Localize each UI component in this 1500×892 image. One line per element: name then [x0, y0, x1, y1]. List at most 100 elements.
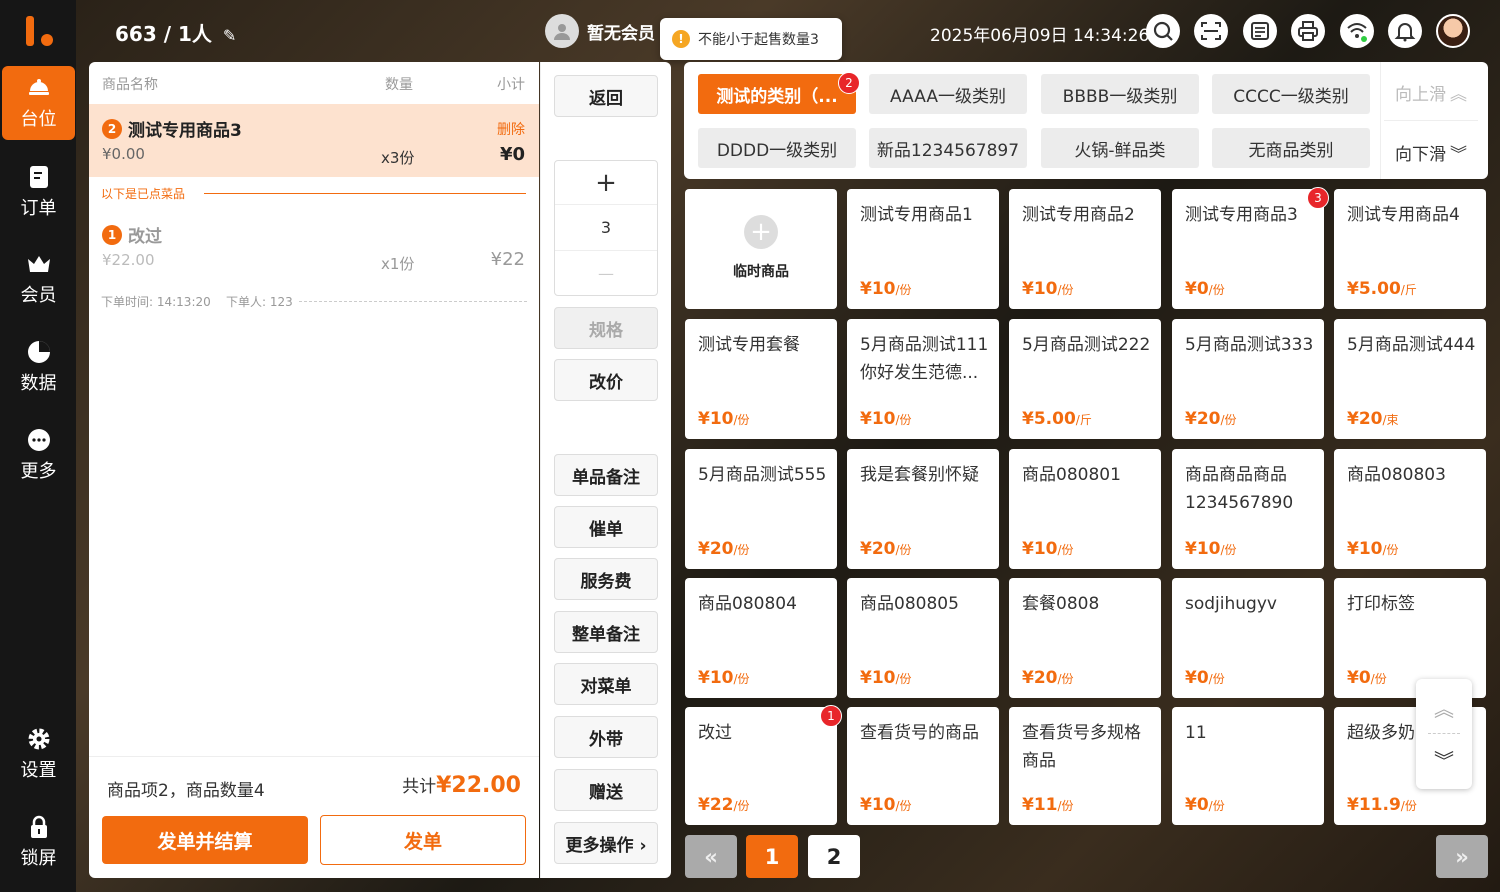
order-item-price: ¥22.00	[102, 251, 155, 269]
product-card[interactable]: 测试专用商品4 ¥5.00/斤	[1334, 189, 1486, 309]
delete-button[interactable]: 删除	[497, 119, 525, 139]
product-price-value: ¥20	[1347, 409, 1383, 429]
product-card[interactable]: 5月商品测试333 ¥20/份	[1172, 319, 1324, 439]
spec-button[interactable]: 规格	[554, 307, 658, 349]
order-summary: 商品项2，商品数量4	[107, 781, 265, 801]
order-note-button[interactable]: 整单备注	[554, 611, 658, 653]
product-unit: /份	[1220, 543, 1237, 557]
product-price: ¥10/份	[1022, 279, 1074, 299]
product-card[interactable]: 查看货号的商品 ¥10/份	[847, 707, 999, 825]
product-card[interactable]: 我是套餐别怀疑 ¥20/份	[847, 449, 999, 569]
scan-button[interactable]	[1194, 14, 1228, 48]
product-card[interactable]: 11 ¥0/份	[1172, 707, 1324, 825]
category-tab-empty[interactable]: 无商品类别	[1212, 128, 1370, 168]
user-avatar[interactable]	[1436, 14, 1470, 48]
product-card[interactable]: 商品080804 ¥10/份	[685, 578, 837, 698]
takeout-button[interactable]: 外带	[554, 716, 658, 758]
change-price-button[interactable]: 改价	[554, 359, 658, 401]
product-card[interactable]: 测试专用套餐 ¥10/份	[685, 319, 837, 439]
member-avatar-icon	[545, 14, 579, 48]
increase-button[interactable]: +	[555, 161, 657, 205]
product-card[interactable]: 商品080805 ¥10/份	[847, 578, 999, 698]
dining-table-icon	[28, 79, 49, 95]
product-card[interactable]: 查看货号多规格商品 ¥11/份	[1009, 707, 1161, 825]
header-name: 商品名称	[102, 77, 158, 93]
notification-button[interactable]	[1388, 14, 1422, 48]
product-card[interactable]: 5月商品测试444 ¥20/束	[1334, 319, 1486, 439]
category-tab-test[interactable]: 测试的类别（...	[698, 74, 856, 114]
product-card[interactable]: sodjihugyv ¥0/份	[1172, 578, 1324, 698]
page-1-button[interactable]: 1	[746, 835, 798, 878]
order-item[interactable]: 1 改过 ¥22.00 x1份 ¥22	[89, 212, 539, 282]
product-price-value: ¥10	[860, 279, 896, 299]
plus-icon: +	[744, 215, 778, 249]
printer-button[interactable]	[1291, 14, 1325, 48]
check-menu-button[interactable]: 对菜单	[554, 663, 658, 705]
product-card[interactable]: 5月商品测试555 ¥20/份	[685, 449, 837, 569]
order-item-selected[interactable]: 2 测试专用商品3 删除 ¥0.00 x3份 ¥0	[89, 104, 539, 177]
wifi-button[interactable]	[1340, 14, 1374, 48]
scroll-up-button[interactable]: 向上滑 ︽	[1395, 80, 1467, 105]
nav-data[interactable]: 数据	[2, 330, 75, 404]
product-price: ¥10/份	[860, 409, 912, 429]
product-card[interactable]: 商品080801 ¥10/份	[1009, 449, 1161, 569]
nav-tables[interactable]: 台位	[2, 66, 75, 140]
quantity-value[interactable]: 3	[555, 205, 657, 251]
product-card[interactable]: 测试专用商品3 ¥0/份	[1172, 189, 1324, 309]
decrease-button[interactable]: —	[555, 251, 657, 295]
search-button[interactable]	[1146, 14, 1180, 48]
page-2-button[interactable]: 2	[808, 835, 860, 878]
nav-members[interactable]: 会员	[2, 242, 75, 316]
product-price: ¥22/份	[698, 795, 750, 815]
nav-orders[interactable]: 订单	[2, 155, 75, 229]
service-fee-button[interactable]: 服务费	[554, 558, 658, 600]
action-column: 返回 + 3 — 规格 改价 单品备注 催单 服务费 整单备注 对菜单 外带 赠…	[540, 62, 671, 878]
nav-lock-screen[interactable]: 锁屏	[2, 805, 75, 879]
category-tab-new[interactable]: 新品1234567897	[869, 128, 1027, 168]
product-name: 商品商品商品1234567890	[1185, 465, 1294, 513]
item-index-badge: 2	[102, 118, 122, 139]
back-button[interactable]: 返回	[554, 75, 658, 117]
product-unit: /份	[1400, 799, 1417, 813]
temp-product-card[interactable]: + 临时商品	[685, 189, 837, 309]
item-note-button[interactable]: 单品备注	[554, 454, 658, 496]
receipt-button[interactable]	[1243, 14, 1277, 48]
urge-order-button[interactable]: 催单	[554, 506, 658, 548]
product-price: ¥10/份	[1022, 539, 1074, 559]
product-card[interactable]: 改过 ¥22/份	[685, 707, 837, 825]
member-label: 暂无会员	[587, 23, 655, 44]
product-price-value: ¥10	[1022, 539, 1058, 559]
product-card[interactable]: 商品商品商品1234567890 ¥10/份	[1172, 449, 1324, 569]
product-card[interactable]: 测试专用商品1 ¥10/份	[847, 189, 999, 309]
prev-page-button[interactable]: «	[685, 835, 737, 878]
nav-more[interactable]: 更多	[2, 418, 75, 492]
category-tab-bbbb[interactable]: BBBB一级类别	[1041, 74, 1199, 114]
member-selector[interactable]: 暂无会员	[545, 14, 655, 48]
product-card[interactable]: 测试专用商品2 ¥10/份	[1009, 189, 1161, 309]
category-tab-aaaa[interactable]: AAAA一级类别	[869, 74, 1027, 114]
product-unit: /份	[895, 283, 912, 297]
category-tab-cccc[interactable]: CCCC一级类别	[1212, 74, 1370, 114]
product-card[interactable]: 5月商品测试111你好发生范德... ¥10/份	[847, 319, 999, 439]
edit-icon[interactable]: ✎	[223, 26, 236, 45]
product-card[interactable]: 商品080803 ¥10/份	[1334, 449, 1486, 569]
product-card[interactable]: 5月商品测试222 ¥5.00/斤	[1009, 319, 1161, 439]
category-tab-dddd[interactable]: DDDD一级类别	[698, 128, 856, 168]
nav-settings[interactable]: 设置	[2, 717, 75, 791]
product-card[interactable]: 套餐0808 ¥20/份	[1009, 578, 1161, 698]
send-and-settle-button[interactable]: 发单并结算	[102, 816, 308, 864]
scroll-bottom-button[interactable]: ︾	[1416, 739, 1472, 779]
send-order-button[interactable]: 发单	[320, 815, 526, 865]
product-unit: /份	[1057, 283, 1074, 297]
gift-button[interactable]: 赠送	[554, 769, 658, 811]
table-info[interactable]: 663 / 1人 ✎	[115, 18, 236, 47]
product-price: ¥5.00/斤	[1022, 409, 1092, 429]
nav-label: 会员	[20, 285, 57, 306]
category-tab-hotpot[interactable]: 火锅-鲜品类	[1041, 128, 1199, 168]
next-page-button[interactable]: »	[1436, 835, 1488, 878]
more-actions-button[interactable]: 更多操作 ›	[554, 822, 658, 864]
product-price-value: ¥22	[698, 795, 734, 815]
total-label: 共计	[402, 777, 437, 797]
scroll-top-button[interactable]: ︽	[1416, 687, 1472, 727]
scroll-down-button[interactable]: 向下滑 ︾	[1395, 140, 1467, 165]
